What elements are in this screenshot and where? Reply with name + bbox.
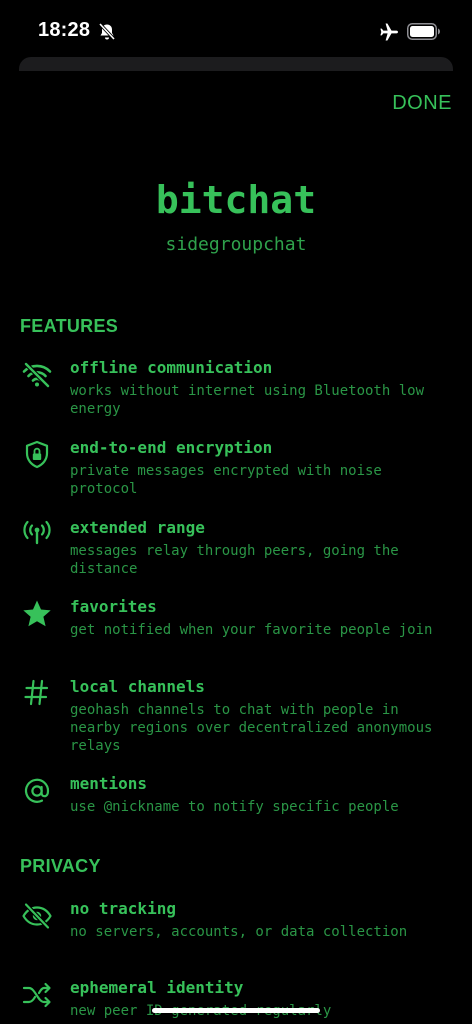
privacy-description: no servers, accounts, or data collection — [70, 924, 408, 940]
feature-description: messages relay through peers, going the … — [70, 543, 399, 577]
star-icon — [20, 597, 54, 631]
wifi-slash-icon — [20, 358, 54, 392]
airplane-icon — [380, 23, 398, 41]
feature-description: geohash channels to chat with people in … — [70, 702, 433, 754]
hash-icon — [20, 677, 54, 711]
feature-title: end-to-end encryption — [70, 438, 273, 457]
done-button[interactable]: DONE — [392, 92, 452, 115]
feature-description: private messages encrypted with noise pr… — [70, 463, 382, 497]
feature-title: favorites — [70, 597, 157, 616]
sheet-background-edge — [19, 57, 453, 71]
at-icon — [20, 774, 54, 808]
feature-title: offline communication — [70, 358, 273, 377]
feature-title: local channels — [70, 677, 205, 696]
app-title: bitchat — [155, 178, 317, 222]
bell-slash-icon — [98, 22, 116, 41]
home-indicator[interactable] — [152, 1008, 320, 1013]
privacy-title: ephemeral identity — [70, 978, 244, 997]
feature-description: get notified when your favorite people j… — [70, 622, 433, 638]
eye-slash-icon — [20, 899, 54, 933]
privacy-section-header: PRIVACY — [20, 856, 101, 876]
feature-title: extended range — [70, 518, 205, 537]
app-subtitle: sidegroupchat — [165, 234, 307, 255]
features-section-header: FEATURES — [20, 316, 119, 336]
feature-title: mentions — [70, 774, 148, 793]
battery-icon — [407, 23, 440, 40]
privacy-title: no tracking — [70, 899, 176, 918]
lock-shield-icon — [20, 438, 54, 472]
feature-description: use @nickname to notify specific people — [70, 799, 399, 815]
status-time: 18:28 — [38, 19, 91, 41]
feature-description: works without internet using Bluetooth l… — [70, 383, 425, 417]
status-bar: 18:28 — [0, 0, 472, 56]
antenna-icon — [20, 518, 54, 552]
shuffle-icon — [20, 978, 54, 1012]
